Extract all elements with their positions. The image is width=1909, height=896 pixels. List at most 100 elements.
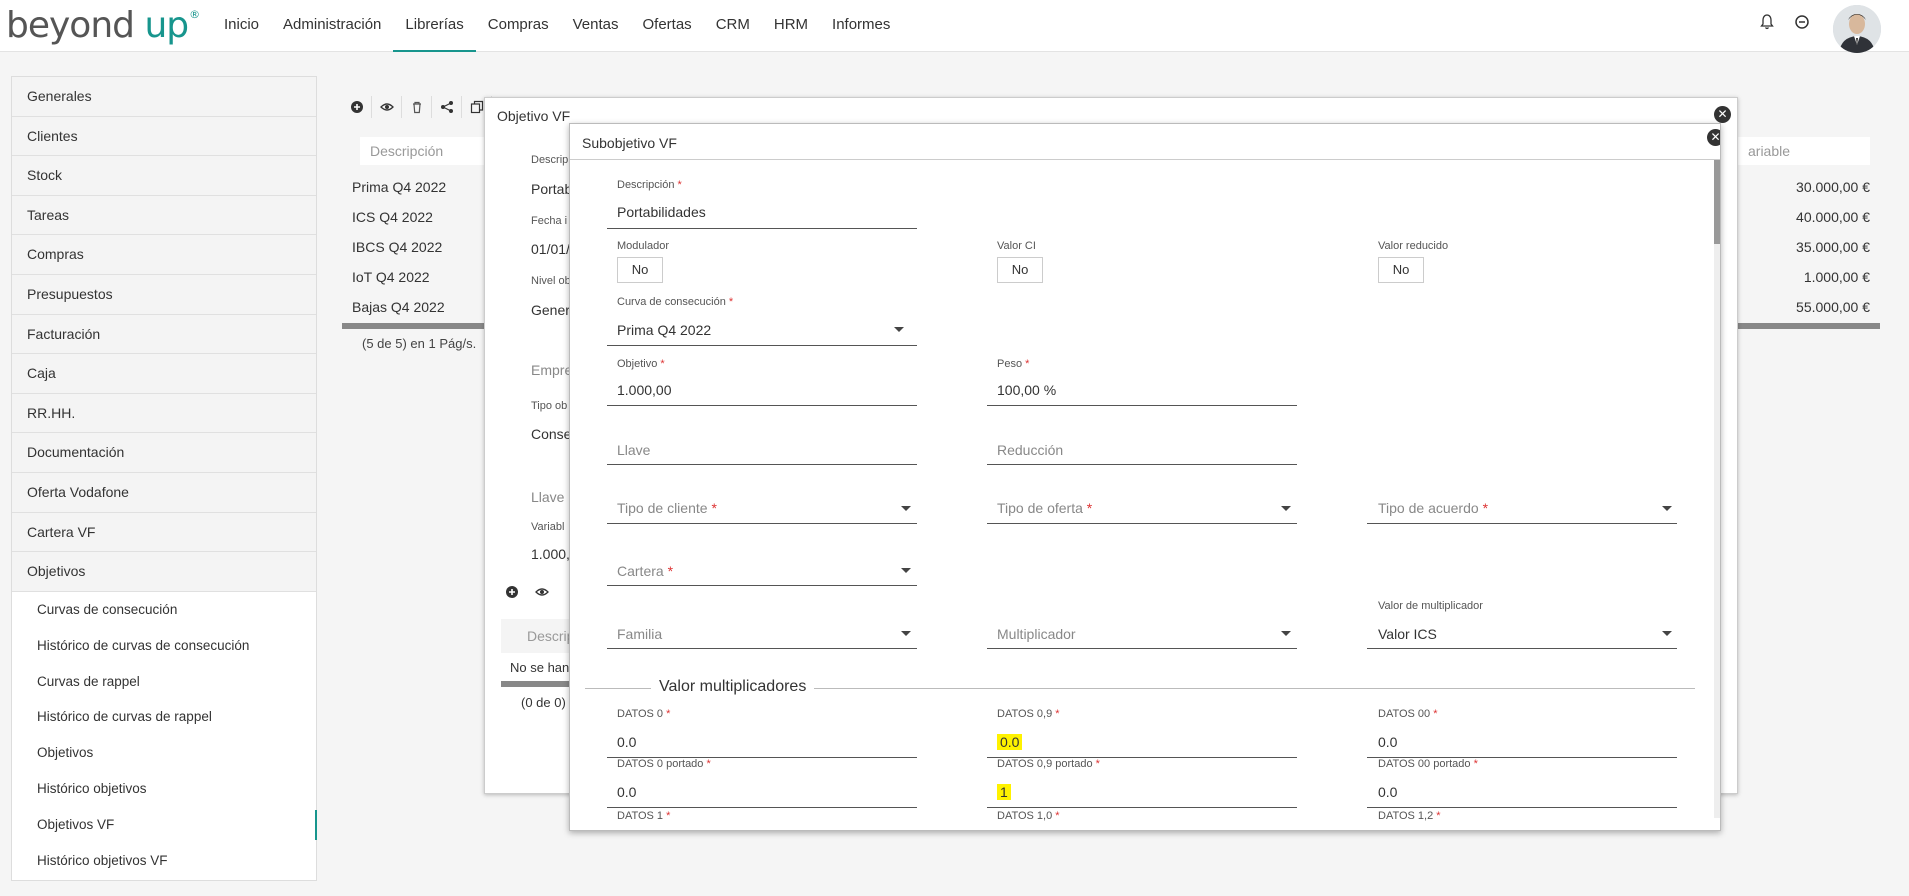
sidebar-subitem-curvas-consecucion[interactable]: Curvas de consecución — [12, 591, 316, 628]
required-mark: * — [666, 810, 671, 822]
sidebar-item-stock[interactable]: Stock — [12, 156, 316, 196]
nav-hrm[interactable]: HRM — [762, 0, 820, 52]
nav-compras[interactable]: Compras — [476, 0, 561, 52]
datos00-input[interactable]: 0.0 — [1378, 734, 1397, 750]
valor-multiplicador-label: Valor de multiplicador — [1378, 600, 1483, 612]
label-text: DATOS 0,9 portado — [997, 758, 1093, 770]
valor-multiplicador-select[interactable]: Valor ICS — [1378, 626, 1437, 642]
field-underline — [607, 228, 917, 229]
bell-icon[interactable] — [1760, 14, 1774, 30]
sub-filter-input[interactable]: Descrip — [527, 628, 574, 644]
chevron-down-icon[interactable] — [1662, 506, 1672, 511]
required-mark: * — [1025, 358, 1030, 370]
nav-ventas[interactable]: Ventas — [561, 0, 631, 52]
sidebar-item-caja[interactable]: Caja — [12, 354, 316, 394]
tipo-cliente-select[interactable]: Tipo de cliente * — [617, 500, 717, 516]
curva-select[interactable]: Prima Q4 2022 — [617, 322, 711, 338]
llave-input[interactable]: Llave — [617, 442, 650, 458]
sidebar-subitem-objetivos[interactable]: Objetivos — [12, 735, 316, 772]
tipo-oferta-select[interactable]: Tipo de oferta * — [997, 500, 1092, 516]
sidebar-subitem-historico-objetivos-vf[interactable]: Histórico objetivos VF — [12, 842, 316, 879]
placeholder-text: Tipo de oferta — [997, 500, 1083, 516]
level-select[interactable]: Gener — [531, 302, 570, 318]
avatar[interactable] — [1833, 5, 1881, 53]
required-mark: * — [666, 708, 671, 720]
filter-variable-input[interactable]: ariable — [1738, 137, 1870, 165]
placeholder-text: Cartera — [617, 563, 664, 579]
description-field[interactable]: Portab — [531, 181, 572, 197]
scrollbar-thumb[interactable] — [1714, 160, 1720, 244]
sidebar-item-clientes[interactable]: Clientes — [12, 116, 316, 157]
eye-icon[interactable] — [535, 585, 549, 599]
datos09-portado-input[interactable]: 1 — [997, 784, 1011, 800]
datos0-input[interactable]: 0.0 — [617, 734, 636, 750]
chevron-down-icon[interactable] — [901, 631, 911, 636]
close-icon[interactable]: ✕ — [1707, 129, 1720, 146]
variable-field[interactable]: 1.000, — [531, 546, 570, 562]
field-underline — [607, 648, 917, 649]
close-icon[interactable]: ✕ — [1714, 106, 1731, 123]
valor-reducido-toggle[interactable]: No — [1378, 257, 1424, 283]
sidebar-item-rrhh[interactable]: RR.HH. — [12, 393, 316, 434]
sidebar-item-facturacion[interactable]: Facturación — [12, 314, 316, 355]
reduccion-input[interactable]: Reducción — [997, 442, 1063, 458]
row-value: 35.000,00 € — [1796, 239, 1870, 255]
descripcion-input[interactable]: Portabilidades — [617, 204, 706, 220]
nav-inicio[interactable]: Inicio — [212, 0, 271, 52]
power-icon[interactable] — [1794, 14, 1810, 30]
row-value: 1.000,00 € — [1803, 269, 1870, 285]
nav-crm[interactable]: CRM — [704, 0, 762, 52]
chevron-down-icon[interactable] — [901, 568, 911, 573]
date-field[interactable]: 01/01/ — [531, 241, 570, 257]
datos09-input[interactable]: 0.0 — [997, 734, 1023, 750]
chevron-down-icon[interactable] — [1281, 506, 1291, 511]
logo[interactable]: beyond up® — [6, 5, 200, 47]
chevron-down-icon[interactable] — [1281, 631, 1291, 636]
chevron-down-icon[interactable] — [1662, 631, 1672, 636]
type-select[interactable]: Conse — [531, 426, 571, 442]
view-button[interactable] — [372, 96, 402, 118]
chevron-down-icon[interactable] — [901, 506, 911, 511]
sub-scrollbar[interactable] — [501, 681, 571, 687]
sidebar-item-presupuestos[interactable]: Presupuestos — [12, 274, 316, 315]
label-text: DATOS 1 — [617, 810, 664, 822]
delete-button[interactable] — [402, 96, 432, 118]
tipo-acuerdo-select[interactable]: Tipo de acuerdo * — [1378, 500, 1488, 516]
share-button[interactable] — [432, 96, 462, 118]
peso-input[interactable]: 100,00 % — [997, 382, 1056, 398]
multiplicador-select[interactable]: Multiplicador — [997, 626, 1076, 642]
cartera-select[interactable]: Cartera * — [617, 563, 673, 579]
sidebar-subitem-objetivos-vf[interactable]: Objetivos VF — [12, 807, 317, 843]
add-button[interactable] — [342, 96, 372, 118]
sidebar-item-compras[interactable]: Compras — [12, 235, 316, 275]
sidebar-item-oferta-vodafone[interactable]: Oferta Vodafone — [12, 472, 316, 513]
familia-select[interactable]: Familia — [617, 626, 662, 642]
objetivo-input[interactable]: 1.000,00 — [617, 382, 672, 398]
sidebar-item-documentacion[interactable]: Documentación — [12, 433, 316, 473]
sidebar-subitem-curvas-rappel[interactable]: Curvas de rappel — [12, 663, 316, 700]
sidebar-subitem-historico-curvas-consecucion[interactable]: Histórico de curvas de consecución — [12, 627, 316, 664]
sidebar-item-generales[interactable]: Generales — [12, 77, 316, 117]
plus-circle-icon[interactable] — [505, 585, 519, 599]
required-mark: * — [711, 500, 717, 516]
chevron-down-icon[interactable] — [894, 327, 904, 332]
nav-librerias[interactable]: Librerías — [393, 0, 476, 52]
sidebar-subitem-historico-objetivos[interactable]: Histórico objetivos — [12, 771, 316, 808]
label-text: Peso — [997, 358, 1023, 370]
sidebar-item-tareas[interactable]: Tareas — [12, 195, 316, 236]
subobjetivos-toolbar — [505, 585, 549, 599]
sidebar-subitem-historico-curvas-rappel[interactable]: Histórico de curvas de rappel — [12, 699, 316, 736]
eye-icon — [379, 103, 394, 111]
company-select[interactable]: Empre — [531, 362, 572, 378]
sidebar-item-objetivos[interactable]: Objetivos — [12, 552, 316, 592]
modulador-toggle[interactable]: No — [617, 257, 663, 283]
valor-ci-toggle[interactable]: No — [997, 257, 1043, 283]
dialog-scrollbar[interactable] — [1714, 160, 1720, 818]
nav-informes[interactable]: Informes — [820, 0, 902, 52]
nav-administracion[interactable]: Administración — [271, 0, 393, 52]
datos0-portado-input[interactable]: 0.0 — [617, 784, 636, 800]
nav-ofertas[interactable]: Ofertas — [631, 0, 704, 52]
copy-icon — [470, 100, 483, 114]
datos00-portado-input[interactable]: 0.0 — [1378, 784, 1397, 800]
sidebar-item-cartera-vf[interactable]: Cartera VF — [12, 512, 316, 553]
